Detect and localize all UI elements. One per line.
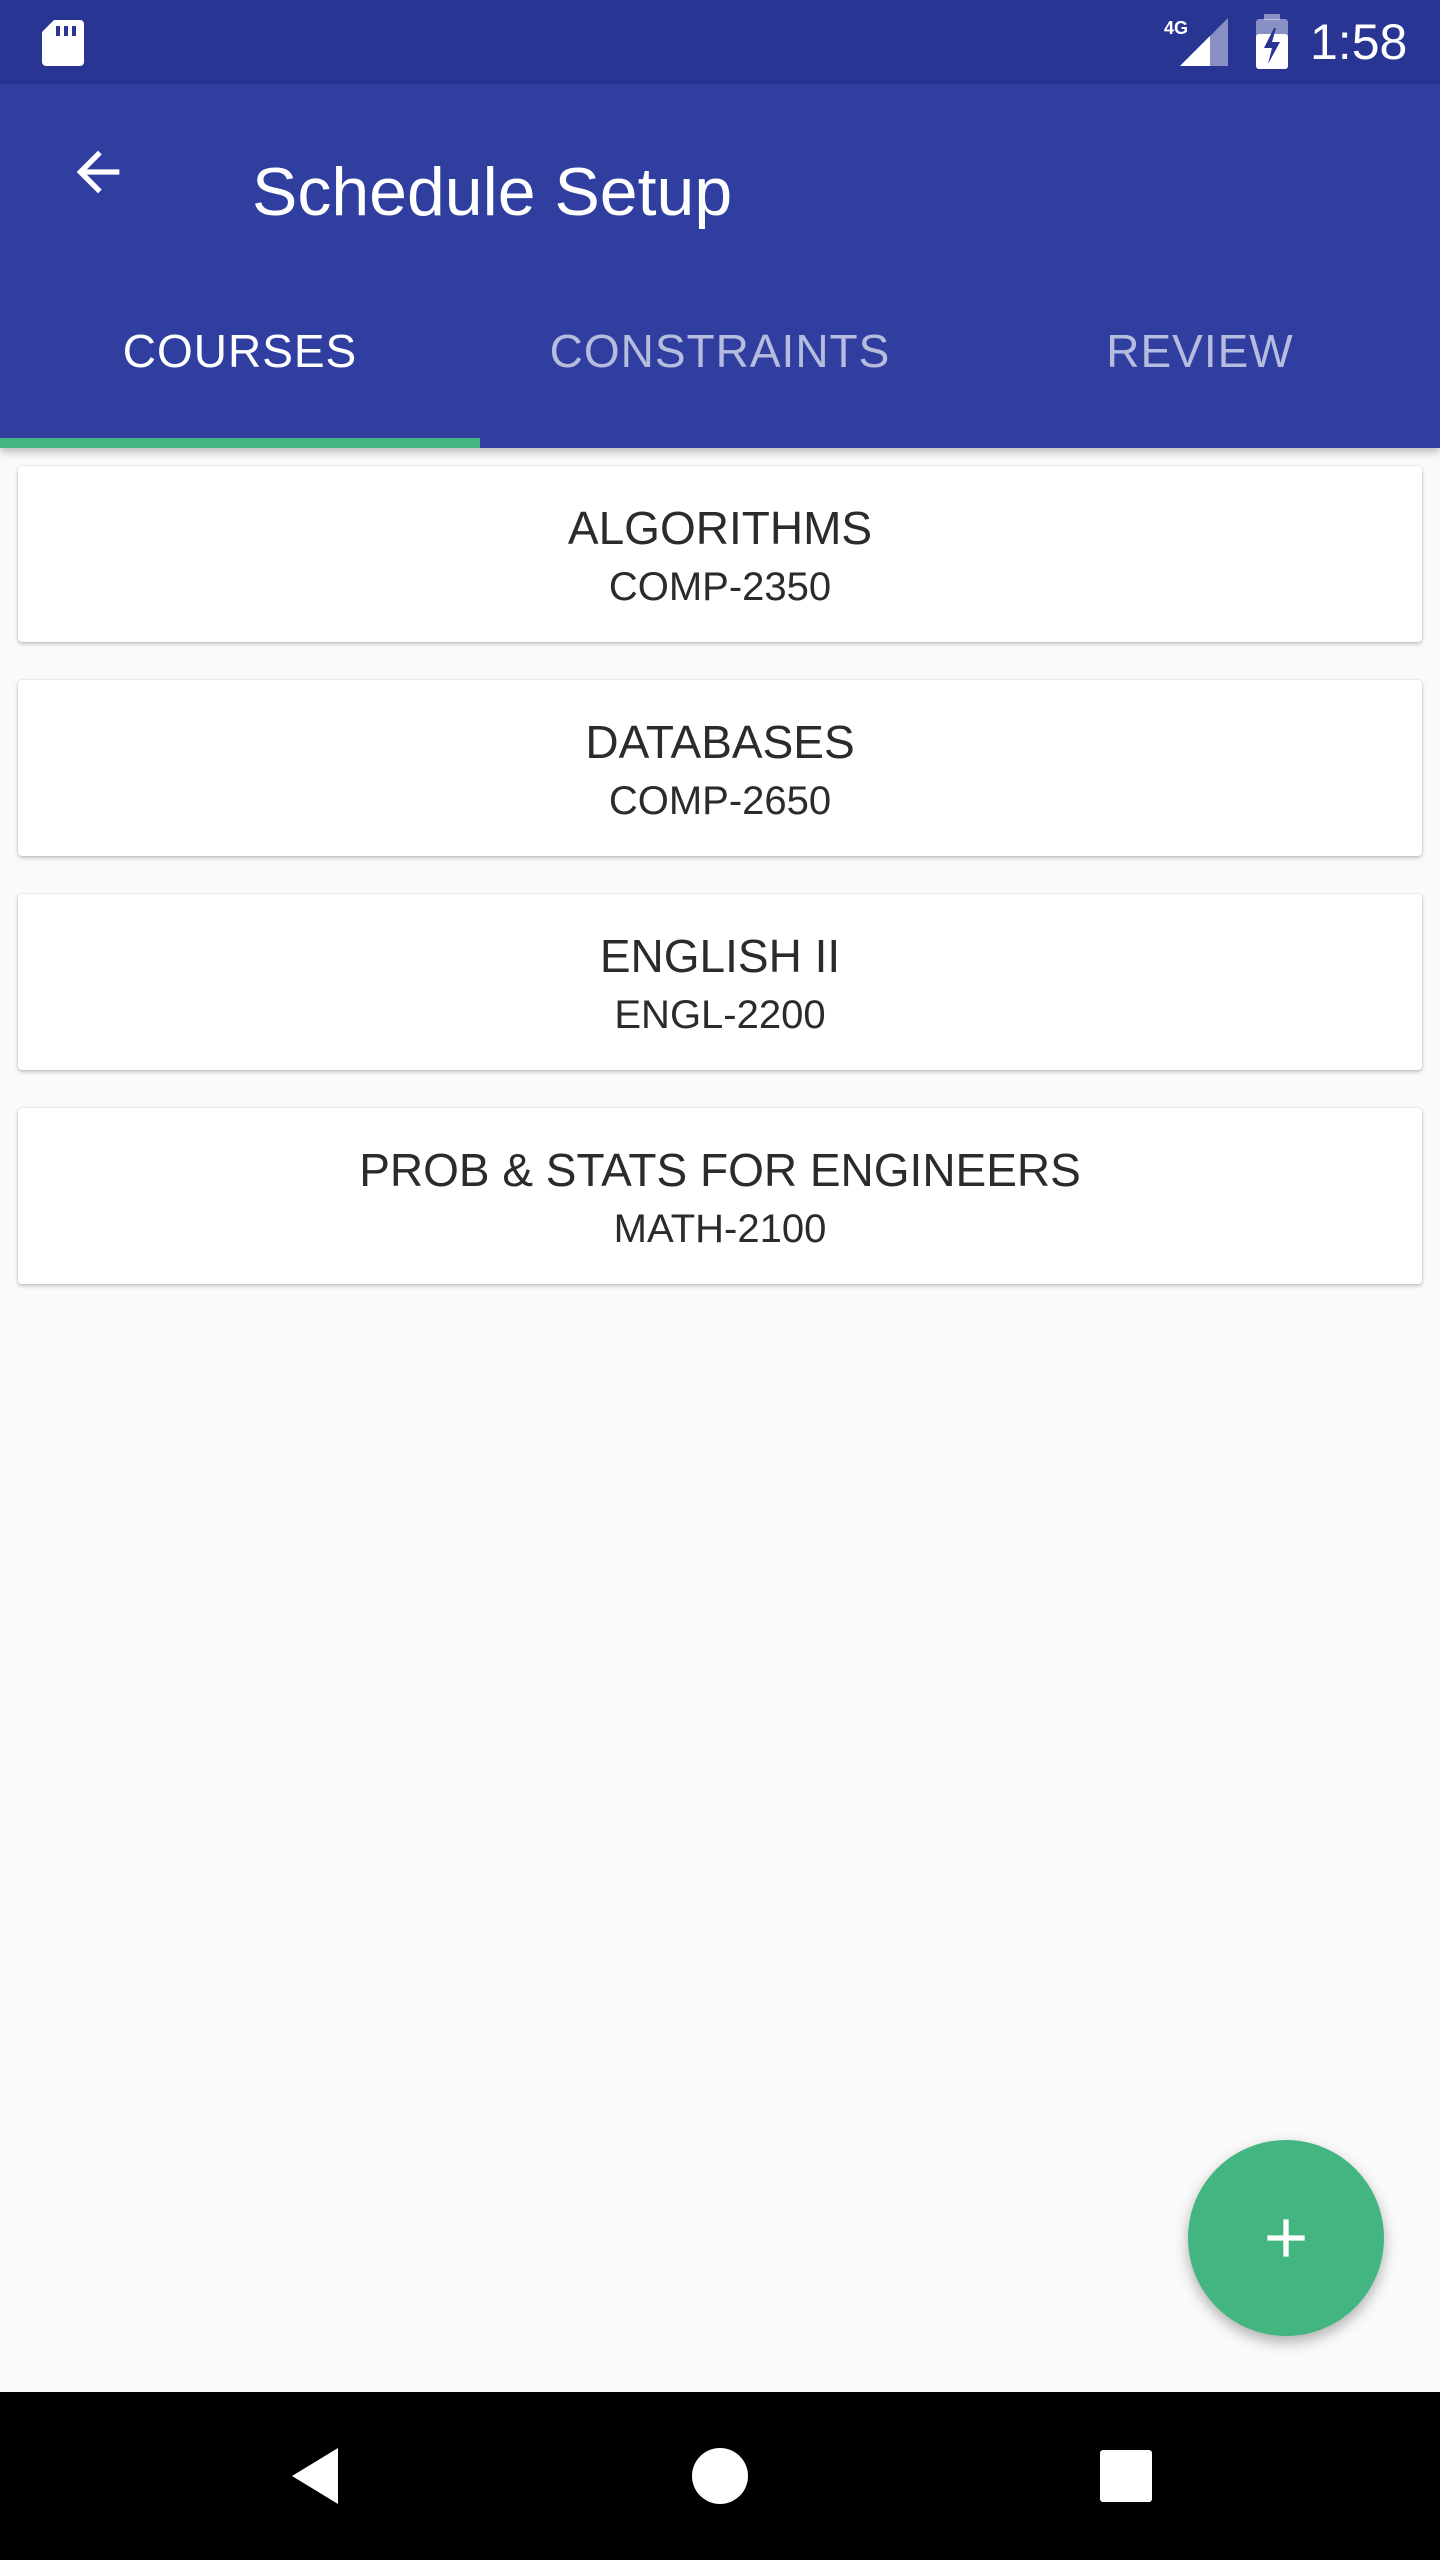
battery-charging-icon bbox=[1256, 14, 1288, 69]
course-name: PROB & STATS FOR ENGINEERS bbox=[359, 1144, 1081, 1196]
tab-review[interactable]: REVIEW bbox=[960, 280, 1440, 448]
tab-bar: COURSES CONSTRAINTS REVIEW bbox=[0, 280, 1440, 448]
course-card-prob-stats[interactable]: PROB & STATS FOR ENGINEERS MATH-2100 bbox=[18, 1108, 1422, 1284]
page-title: Schedule Setup bbox=[252, 154, 733, 230]
course-card-databases[interactable]: DATABASES COMP-2650 bbox=[18, 680, 1422, 856]
signal-icon: 4G bbox=[1164, 18, 1228, 66]
status-bar: 4G 1:58 bbox=[0, 0, 1440, 84]
course-card-english-ii[interactable]: ENGLISH II ENGL-2200 bbox=[18, 894, 1422, 1070]
nav-back-button[interactable] bbox=[266, 2426, 366, 2526]
back-button[interactable] bbox=[50, 124, 146, 220]
course-name: DATABASES bbox=[585, 716, 855, 768]
course-name: ALGORITHMS bbox=[567, 502, 873, 554]
tab-courses[interactable]: COURSES bbox=[0, 280, 480, 448]
app-bar: Schedule Setup COURSES CONSTRAINTS REVIE… bbox=[0, 84, 1440, 448]
circle-home-icon bbox=[692, 2448, 748, 2504]
add-course-button[interactable] bbox=[1188, 2140, 1384, 2336]
course-list: ALGORITHMS COMP-2350 DATABASES COMP-2650… bbox=[18, 466, 1422, 1322]
course-code: COMP-2350 bbox=[608, 565, 832, 609]
sd-card-icon bbox=[42, 20, 84, 66]
tab-constraints[interactable]: CONSTRAINTS bbox=[480, 280, 960, 448]
active-tab-indicator bbox=[0, 438, 480, 448]
arrow-back-icon bbox=[76, 150, 120, 194]
course-code: ENGL-2200 bbox=[614, 993, 826, 1037]
status-clock: 1:58 bbox=[1310, 14, 1408, 70]
nav-home-button[interactable] bbox=[670, 2426, 770, 2526]
plus-icon bbox=[1267, 2219, 1305, 2257]
square-recents-icon bbox=[1100, 2450, 1152, 2502]
course-code: MATH-2100 bbox=[613, 1207, 827, 1251]
course-card-algorithms[interactable]: ALGORITHMS COMP-2350 bbox=[18, 466, 1422, 642]
triangle-back-icon bbox=[292, 2448, 338, 2504]
course-code: COMP-2650 bbox=[608, 779, 832, 823]
system-nav-bar bbox=[0, 2392, 1440, 2560]
network-type-label: 4G bbox=[1164, 18, 1188, 38]
nav-recents-button[interactable] bbox=[1076, 2426, 1176, 2526]
course-name: ENGLISH II bbox=[599, 930, 841, 982]
